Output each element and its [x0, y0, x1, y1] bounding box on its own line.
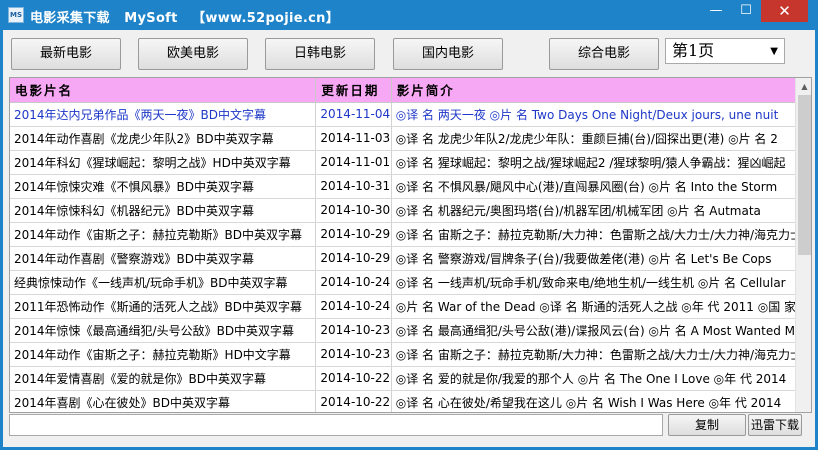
- cell-update-date: 2014-11-04: [315, 102, 392, 127]
- nav-button-western[interactable]: 欧美电影: [138, 38, 248, 70]
- window-title: 电影采集下载 MySoft 【www.52pojie.cn】: [30, 11, 340, 26]
- cell-movie-name: 2014年动作喜剧《龙虎少年队2》BD中英双字幕: [10, 126, 317, 151]
- copy-button[interactable]: 复制: [668, 414, 746, 436]
- column-header-intro[interactable]: 影片简介: [391, 78, 811, 103]
- cell-movie-name: 2014年喜剧《心在彼处》BD中英双字幕: [10, 390, 317, 412]
- scroll-up-arrow-icon[interactable]: ▲: [796, 78, 811, 95]
- cell-intro: ◎译 名 两天一夜 ◎片 名 Two Days One Night/Deux j…: [391, 102, 811, 127]
- table-row[interactable]: 2014年动作喜剧《警察游戏》BD中英双字幕 2014-10-29 ◎译 名 警察游…: [10, 246, 811, 271]
- column-header-date[interactable]: 更新日期: [315, 78, 392, 103]
- table-row[interactable]: 2014年喜剧《心在彼处》BD中英双字幕 2014-10-22 ◎译 名 心在彼处/…: [10, 390, 811, 412]
- chevron-down-icon: ▼: [770, 46, 778, 57]
- nav-button-latest[interactable]: 最新电影: [11, 38, 121, 70]
- cell-movie-name: 2014年惊悚《最高通缉犯/头号公敌》BD中英双字幕: [10, 318, 317, 343]
- column-header-name[interactable]: 电影片名: [10, 78, 317, 103]
- xunlei-download-button[interactable]: 迅雷下载: [748, 414, 802, 436]
- nav-button-domestic[interactable]: 国内电影: [393, 38, 503, 70]
- nav-button-general[interactable]: 综合电影: [549, 38, 659, 70]
- cell-update-date: 2014-11-01: [315, 150, 392, 175]
- close-button[interactable]: ✕: [761, 0, 808, 22]
- table-row[interactable]: 2014年惊悚《最高通缉犯/头号公敌》BD中英双字幕 2014-10-23 ◎译 名…: [10, 318, 811, 343]
- cell-update-date: 2014-10-23: [315, 342, 392, 367]
- table-row[interactable]: 2014年动作喜剧《龙虎少年队2》BD中英双字幕 2014-11-03 ◎译 名 龙…: [10, 126, 811, 151]
- maximize-button[interactable]: ☐: [731, 0, 761, 22]
- nav-button-japan-korea[interactable]: 日韩电影: [265, 38, 375, 70]
- table-row[interactable]: 2011年恐怖动作《斯通的活死人之战》BD中英双字幕 2014-10-24 ◎片 名…: [10, 294, 811, 319]
- cell-intro: ◎译 名 宙斯之子：赫拉克勒斯/大力神：色雷斯之战/大力士/大力神/海克力士: [391, 342, 811, 367]
- cell-update-date: 2014-10-23: [315, 318, 392, 343]
- cell-intro: ◎译 名 心在彼处/希望我在这儿 ◎片 名 Wish I Was Here ◎年…: [391, 390, 811, 412]
- cell-intro: ◎译 名 龙虎少年队2/龙虎少年队：重颜巨捕(台)/囧探出更(港) ◎片 名 2: [391, 126, 811, 151]
- table-row[interactable]: 经典惊悚动作《一线声机/玩命手机》BD中英双字幕 2014-10-24 ◎译 名 一…: [10, 270, 811, 295]
- cell-movie-name: 2014年惊悚灾难《不惧风暴》BD中英双字幕: [10, 174, 317, 199]
- cell-movie-name: 2014年惊悚科幻《机器纪元》BD中英双字幕: [10, 198, 317, 223]
- table-row[interactable]: 2014年惊悚灾难《不惧风暴》BD中英双字幕 2014-10-31 ◎译 名 不惧风…: [10, 174, 811, 199]
- table-row[interactable]: 2014年动作《宙斯之子：赫拉克勒斯》BD中英双字幕 2014-10-29 ◎译 名…: [10, 222, 811, 247]
- cell-movie-name: 2014年动作《宙斯之子：赫拉克勒斯》HD中文字幕: [10, 342, 317, 367]
- cell-update-date: 2014-10-24: [315, 270, 392, 295]
- page-select[interactable]: 第1页 ▼: [665, 38, 785, 64]
- table-header-row: 电影片名 更新日期 影片简介: [10, 78, 811, 103]
- cell-update-date: 2014-10-31: [315, 174, 392, 199]
- cell-update-date: 2014-10-29: [315, 222, 392, 247]
- download-url-input[interactable]: [9, 414, 663, 436]
- cell-intro: ◎译 名 机器纪元/奥图玛塔(台)/机器军团/机械军团 ◎片 名 Autmata: [391, 198, 811, 223]
- cell-update-date: 2014-10-29: [315, 246, 392, 271]
- cell-update-date: 2014-10-30: [315, 198, 392, 223]
- table-row[interactable]: 2014年惊悚科幻《机器纪元》BD中英双字幕 2014-10-30 ◎译 名 机器纪…: [10, 198, 811, 223]
- app-icon: MS: [8, 7, 24, 23]
- table-row[interactable]: 2014年动作《宙斯之子：赫拉克勒斯》HD中文字幕 2014-10-23 ◎译 名 …: [10, 342, 811, 367]
- cell-intro: ◎译 名 警察游戏/冒牌条子(台)/我要做差佬(港) ◎片 名 Let's Be…: [391, 246, 811, 271]
- cell-movie-name: 2014年科幻《猩球崛起：黎明之战》HD中英双字幕: [10, 150, 317, 175]
- cell-movie-name: 2014年爱情喜剧《爱的就是你》BD中英双字幕: [10, 366, 317, 391]
- cell-update-date: 2014-10-22: [315, 366, 392, 391]
- cell-update-date: 2014-10-24: [315, 294, 392, 319]
- cell-intro: ◎译 名 一线声机/玩命手机/致命来电/绝地生机/一线生机 ◎片 名 Cellu…: [391, 270, 811, 295]
- vertical-scrollbar[interactable]: ▲: [795, 78, 811, 412]
- scrollbar-thumb[interactable]: [798, 95, 811, 255]
- table-row[interactable]: 2014年达内兄弟作品《两天一夜》BD中文字幕 2014-11-04 ◎译 名 两天…: [10, 102, 811, 127]
- minimize-button[interactable]: —: [701, 0, 731, 22]
- cell-update-date: 2014-10-22: [315, 390, 392, 412]
- cell-update-date: 2014-11-03: [315, 126, 392, 151]
- movie-table: 电影片名 更新日期 影片简介 2014年达内兄弟作品《两天一夜》BD中文字幕 20…: [9, 77, 812, 413]
- cell-intro: ◎译 名 最高通缉犯/头号公敌(港)/谍报风云(台) ◎片 名 A Most W…: [391, 318, 811, 343]
- cell-intro: ◎译 名 爱的就是你/我爱的那个人 ◎片 名 The One I Love ◎年…: [391, 366, 811, 391]
- cell-movie-name: 经典惊悚动作《一线声机/玩命手机》BD中英双字幕: [10, 270, 317, 295]
- cell-movie-name: 2014年达内兄弟作品《两天一夜》BD中文字幕: [10, 102, 317, 127]
- app-window: MS 电影采集下载 MySoft 【www.52pojie.cn】 — ☐ ✕ …: [0, 0, 818, 450]
- client-area: 最新电影 欧美电影 日韩电影 国内电影 综合电影 第1页 ▼ 电影片名 更新日期: [3, 30, 815, 447]
- title-bar[interactable]: MS 电影采集下载 MySoft 【www.52pojie.cn】 — ☐ ✕: [0, 0, 818, 30]
- cell-intro: ◎片 名 War of the Dead ◎译 名 斯通的活死人之战 ◎年 代 …: [391, 294, 811, 319]
- cell-intro: ◎译 名 猩球崛起：黎明之战/猩球崛起2 /猩球黎明/猿人争霸战：猩凶崛起: [391, 150, 811, 175]
- table-row[interactable]: 2014年科幻《猩球崛起：黎明之战》HD中英双字幕 2014-11-01 ◎译 名 …: [10, 150, 811, 175]
- page-select-value: 第1页: [672, 41, 715, 60]
- cell-movie-name: 2014年动作喜剧《警察游戏》BD中英双字幕: [10, 246, 317, 271]
- cell-intro: ◎译 名 宙斯之子：赫拉克勒斯/大力神：色雷斯之战/大力士/大力神/海克力士: [391, 222, 811, 247]
- cell-movie-name: 2014年动作《宙斯之子：赫拉克勒斯》BD中英双字幕: [10, 222, 317, 247]
- table-row[interactable]: 2014年爱情喜剧《爱的就是你》BD中英双字幕 2014-10-22 ◎译 名 爱的…: [10, 366, 811, 391]
- cell-intro: ◎译 名 不惧风暴/飓风中心(港)/直闯暴风圈(台) ◎片 名 Into the…: [391, 174, 811, 199]
- cell-movie-name: 2011年恐怖动作《斯通的活死人之战》BD中英双字幕: [10, 294, 317, 319]
